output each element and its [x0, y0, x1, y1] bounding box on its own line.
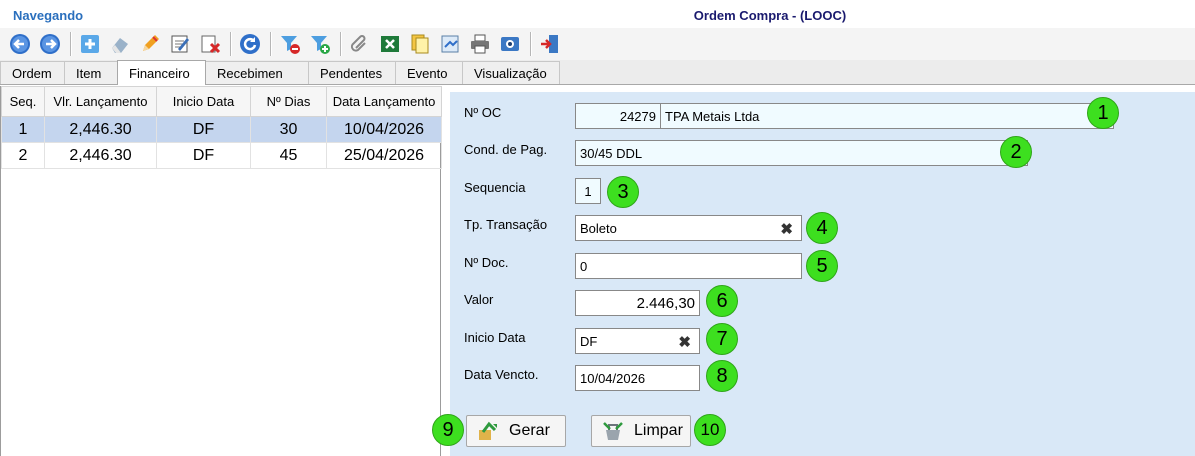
tab-bar: Ordem Item Financeiro Recebimen Pendente… [0, 60, 1195, 85]
tab-financeiro[interactable]: Financeiro [117, 60, 206, 85]
column-header-valor[interactable]: Vlr. Lançamento [44, 86, 157, 117]
toolbar-separator [270, 32, 272, 56]
clear-icon[interactable]: ✖ [678, 333, 691, 351]
tab-pendentes[interactable]: Pendentes [308, 61, 396, 84]
edit-form-icon[interactable] [166, 31, 193, 58]
toolbar-separator [340, 32, 342, 56]
oc-label: Nº OC [464, 105, 502, 120]
arrow-right-circle-icon[interactable] [36, 31, 63, 58]
value-field[interactable]: 2.446,30 [575, 290, 700, 316]
cell-valor: 2,446.30 [44, 142, 157, 169]
preview-icon[interactable] [496, 31, 523, 58]
copy-icon[interactable] [406, 31, 433, 58]
cell-dias: 45 [250, 142, 327, 169]
column-header-inicio[interactable]: Inicio Data [156, 86, 251, 117]
grid-header-row: Seq. Vlr. Lançamento Inicio Data Nº Dias… [1, 86, 442, 117]
column-header-seq[interactable]: Seq. [1, 86, 45, 117]
title-bar: Navegando Ordem Compra - (LOOC) [0, 0, 1195, 28]
column-header-data[interactable]: Data Lançamento [326, 86, 442, 117]
app-window: Navegando Ordem Compra - (LOOC) Ordem It… [0, 0, 1195, 456]
add-icon[interactable] [76, 31, 103, 58]
cell-seq: 2 [1, 142, 45, 169]
filter-add-icon[interactable] [306, 31, 333, 58]
callout-badge-2: 2 [1000, 136, 1032, 168]
tab-evento[interactable]: Evento [395, 61, 463, 84]
column-header-dias[interactable]: Nº Dias [250, 86, 327, 117]
limpar-button[interactable]: Limpar [591, 415, 691, 447]
tab-ordem[interactable]: Ordem [0, 61, 65, 84]
transaction-type-value: Boleto [580, 220, 617, 236]
clear-icon[interactable]: ✖ [780, 220, 793, 238]
callout-badge-1: 1 [1087, 97, 1119, 129]
excel-icon[interactable] [376, 31, 403, 58]
oc-number-field[interactable]: 24279 [575, 103, 661, 129]
paperclip-icon[interactable] [346, 31, 373, 58]
start-date-label: Inicio Data [464, 330, 526, 345]
sequence-label: Sequencia [464, 180, 526, 195]
callout-badge-10: 10 [694, 414, 726, 446]
callout-badge-6: 6 [706, 285, 738, 317]
tab-recebimento[interactable]: Recebimen [205, 61, 309, 84]
cell-dias: 30 [250, 116, 327, 143]
due-date-field[interactable]: 10/04/2026 [575, 365, 700, 391]
transaction-type-select[interactable]: Boleto ✖ [575, 215, 802, 241]
installments-grid: Seq. Vlr. Lançamento Inicio Data Nº Dias… [0, 86, 442, 456]
oc-supplier-field[interactable]: TPA Metais Ltda [660, 103, 1114, 129]
eraser-icon[interactable] [106, 31, 133, 58]
table-row[interactable]: 1 2,446.30 DF 30 10/04/2026 [1, 116, 442, 143]
cell-inicio: DF [156, 116, 251, 143]
toolbar [0, 28, 1195, 60]
start-date-select[interactable]: DF ✖ [575, 328, 700, 354]
doc-number-field[interactable]: 0 [575, 253, 802, 279]
callout-badge-4: 4 [806, 212, 838, 244]
due-date-label: Data Vencto. [464, 367, 539, 382]
transaction-type-label: Tp. Transação [464, 217, 548, 232]
gerar-label: Gerar [509, 422, 550, 439]
start-date-value: DF [580, 333, 598, 349]
callout-badge-9: 9 [432, 414, 464, 446]
generate-icon [479, 421, 497, 440]
table-row[interactable]: 2 2,446.30 DF 45 25/04/2026 [1, 142, 442, 169]
value-label: Valor [464, 292, 494, 307]
print-icon[interactable] [466, 31, 493, 58]
cond-label: Cond. de Pag. [464, 142, 548, 157]
callout-badge-3: 3 [607, 176, 639, 208]
cell-data: 25/04/2026 [326, 142, 442, 169]
sequence-field[interactable]: 1 [575, 178, 601, 204]
cell-valor: 2,446.30 [44, 116, 157, 143]
clean-icon [603, 422, 623, 440]
arrow-left-circle-icon[interactable] [6, 31, 33, 58]
delete-icon[interactable] [196, 31, 223, 58]
cell-seq: 1 [1, 116, 45, 143]
toolbar-separator [70, 32, 72, 56]
toolbar-separator [530, 32, 532, 56]
tab-item[interactable]: Item [64, 61, 118, 84]
pencil-icon[interactable] [136, 31, 163, 58]
payment-condition-field[interactable]: 30/45 DDL [575, 140, 1028, 166]
limpar-label: Limpar [634, 422, 683, 439]
doc-number-label: Nº Doc. [464, 255, 509, 270]
refresh-icon[interactable] [236, 31, 263, 58]
cell-inicio: DF [156, 142, 251, 169]
window-title: Ordem Compra - (LOOC) [693, 8, 847, 23]
callout-badge-7: 7 [706, 323, 738, 355]
tab-visualizacao[interactable]: Visualização [462, 61, 560, 84]
callout-badge-8: 8 [706, 360, 738, 392]
gerar-button[interactable]: Gerar [466, 415, 566, 447]
cell-data: 10/04/2026 [326, 116, 442, 143]
callout-badge-5: 5 [806, 250, 838, 282]
filter-remove-icon[interactable] [276, 31, 303, 58]
exit-door-icon[interactable] [536, 31, 563, 58]
export-icon[interactable] [436, 31, 463, 58]
toolbar-separator [230, 32, 232, 56]
